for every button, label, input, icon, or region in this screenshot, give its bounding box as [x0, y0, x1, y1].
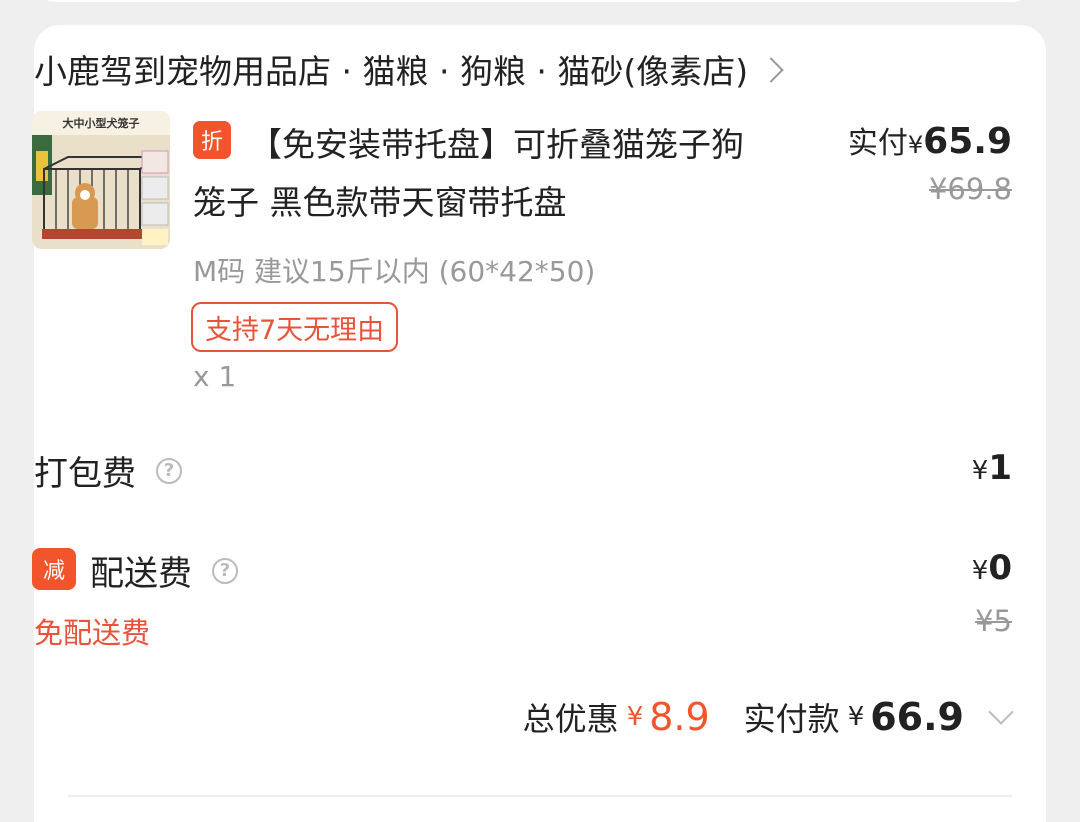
- delivery-original-price: ¥5: [975, 604, 1012, 638]
- total-discount-label: 总优惠: [522, 700, 619, 738]
- packing-fee-label: 打包费: [34, 454, 136, 494]
- paid-yen: ¥: [907, 131, 924, 159]
- thumbnail-caption: 大中小型犬笼子: [63, 116, 140, 130]
- total-pay-label: 实付款: [743, 700, 840, 738]
- free-delivery-text: 免配送费: [34, 616, 151, 650]
- previous-card-edge: [34, 0, 1034, 2]
- product-spec: M码 建议15斤以内 (60*42*50): [193, 255, 596, 288]
- order-totals[interactable]: 总优惠 ¥ 8.9 实付款 ¥ 66.9: [522, 692, 1014, 742]
- total-pay-yen: ¥: [847, 702, 865, 732]
- help-icon[interactable]: ?: [156, 457, 182, 484]
- shop-link[interactable]: 小鹿驾到宠物用品店 · 猫粮 · 狗粮 · 猫砂(像素店): [34, 44, 784, 94]
- help-icon[interactable]: ?: [212, 557, 238, 584]
- delivery-fee-amount: 0: [988, 548, 1012, 588]
- packing-fee-value: ¥1: [972, 448, 1012, 488]
- divider: [68, 795, 1012, 797]
- original-price: ¥69.8: [928, 172, 1012, 206]
- total-discount-yen: ¥: [626, 702, 644, 732]
- paid-label: 实付: [847, 126, 908, 161]
- packing-fee-row: 打包费 ?: [34, 446, 182, 495]
- dog-cage-image: 大中小型犬笼子: [32, 111, 170, 249]
- product-thumbnail[interactable]: 大中小型犬笼子: [32, 111, 170, 249]
- total-pay-amount: 66.9: [870, 695, 964, 739]
- delivery-fee-row: 配送费 ?: [90, 546, 238, 595]
- delivery-fee-yen: ¥: [971, 556, 989, 586]
- packing-fee-yen: ¥: [971, 456, 989, 486]
- packing-fee-amount: 1: [988, 448, 1012, 488]
- delivery-fee-value: ¥0: [972, 548, 1012, 588]
- chevron-right-icon: [758, 57, 784, 83]
- paid-price-line: 实付¥65.9: [848, 118, 1012, 162]
- product-price: 实付¥65.9 ¥69.8: [848, 118, 1012, 206]
- total-discount-amount: 8.9: [649, 695, 710, 739]
- shop-name: 小鹿驾到宠物用品店 · 猫粮 · 狗粮 · 猫砂(像素店): [34, 52, 749, 91]
- delivery-fee-label: 配送费: [90, 554, 192, 594]
- product-quantity: x 1: [193, 360, 237, 393]
- return-policy-tag: 支持7天无理由: [191, 302, 399, 352]
- chevron-down-icon[interactable]: [988, 699, 1014, 725]
- reduction-badge: 减: [32, 548, 76, 590]
- product-title[interactable]: 【免安装带托盘】可折叠猫笼子狗笼子 黑色款带天窗带托盘: [193, 116, 753, 232]
- order-page: 小鹿驾到宠物用品店 · 猫粮 · 狗粮 · 猫砂(像素店) 大中小型犬笼子 折 …: [0, 0, 1080, 822]
- paid-amount: 65.9: [923, 121, 1012, 162]
